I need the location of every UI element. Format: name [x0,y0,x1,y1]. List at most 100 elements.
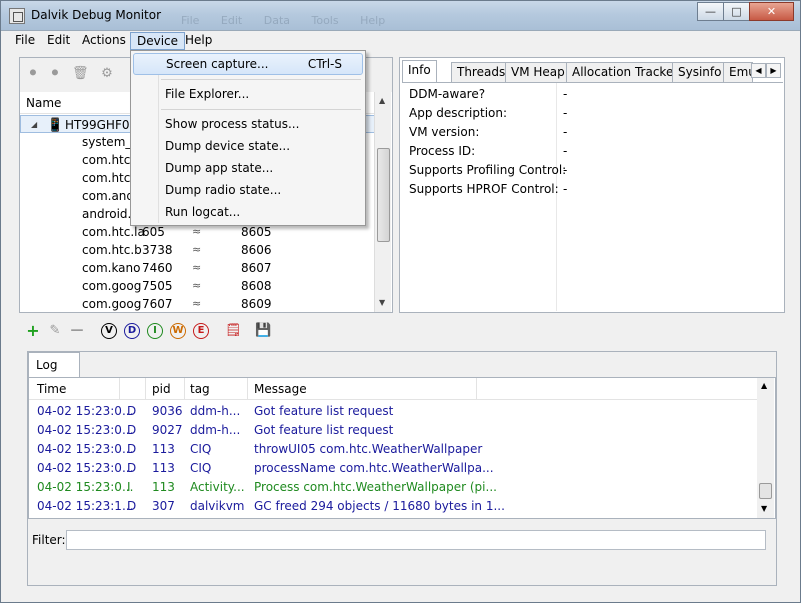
info-value: - [563,182,568,196]
menu-item-dump-device-state[interactable]: Dump device state... [133,135,363,157]
info-tabs: Info Threads VM Heap Allocation Tracker … [402,60,784,83]
log-cell-tag: CIQ [190,442,212,456]
update-threads-icon[interactable]: ⚙ [100,67,114,81]
log-cell-message: Got feature list request [254,423,394,437]
menu-separator [161,109,361,110]
column-separator [145,378,146,400]
log-cell-message: Process com.htc.WeatherWallpaper (pi... [254,480,497,494]
info-value: - [563,106,568,120]
filter-label: Filter: [32,533,66,547]
menu-item-screen-capture[interactable]: Screen capture... CTrl-S [133,53,363,75]
debug-filter-icon[interactable]: D [124,323,140,339]
log-cell-time: 04-02 15:23:0... [37,442,134,456]
save-log-icon[interactable]: 💾 [255,323,271,339]
process-name: com.goog [82,297,142,311]
menu-item-run-logcat[interactable]: Run logcat... [133,201,363,223]
scroll-down-icon[interactable]: ▼ [761,504,767,513]
warn-filter-icon[interactable]: W [170,323,186,339]
title-bar[interactable]: Dalvik Debug Monitor File Edit Data Tool… [1,1,800,31]
tab-emulator[interactable]: Emu [723,62,753,82]
process-row[interactable]: com.goog 7505 ≈ 8608 [20,277,375,295]
log-panel: Log Time pid tag Message 04-02 15:23:0..… [27,351,777,586]
log-row[interactable]: 04-02 15:23:0... D 113 CIQ processName com.h… [29,459,758,478]
app-window: Dalvik Debug Monitor File Edit Data Tool… [0,0,801,603]
tab-vm-heap[interactable]: VM Heap [505,62,571,82]
log-cell-message: processName com.htc.WeatherWallpa... [254,461,494,475]
log-cell-pid: 9036 [152,404,183,418]
tab-allocation-tracker[interactable]: Allocation Tracker [566,62,685,82]
log-cell-level: I [127,480,131,494]
tab-scroll-arrows: ◀ ▶ [751,63,781,78]
tab-log[interactable]: Log [28,352,80,378]
device-menu-dropdown: Screen capture... CTrl-S File Explorer..… [130,50,366,226]
log-row[interactable]: 04-02 15:23:0... D 113 CIQ throwUI05 com.htc… [29,440,758,459]
menu-actions[interactable]: Actions [76,32,132,50]
tree-collapse-icon[interactable]: ◢ [31,116,37,134]
debug-icon[interactable]: ⚫ [26,67,40,81]
ghost-menu-item: Tools [311,14,339,27]
error-filter-icon[interactable]: E [193,323,209,339]
scrollbar-thumb[interactable] [377,148,390,242]
menu-help[interactable]: Help [179,32,218,50]
devices-scrollbar[interactable]: ▲ ▼ [374,92,391,312]
menu-item-dump-radio-state[interactable]: Dump radio state... [133,179,363,201]
debug-status-icon: ≈ [192,243,202,256]
log-cell-pid: 307 [152,499,175,513]
process-port: 8608 [241,279,272,293]
update-heap-icon[interactable]: ⚫ [48,67,62,81]
tab-sysinfo[interactable]: Sysinfo [672,62,728,82]
process-name: com.htc. [82,171,135,185]
menu-item-show-process-status[interactable]: Show process status... [133,113,363,135]
minimize-button[interactable]: — [697,2,724,21]
log-cell-time: 04-02 15:23:1... [37,499,134,513]
log-cell-time: 04-02 15:23:0... [37,480,134,494]
menu-item-file-explorer[interactable]: File Explorer... [133,83,363,105]
scroll-up-icon[interactable]: ▲ [761,381,767,390]
log-row[interactable]: 04-02 15:23:0... D 9027 ddm-h... Got feature… [29,421,758,440]
menu-device[interactable]: Device [130,32,186,50]
menu-file[interactable]: File [9,32,41,50]
process-row[interactable]: com.kano 7460 ≈ 8607 [20,259,375,277]
process-pid: 7460 [142,261,173,275]
scroll-down-icon[interactable]: ▼ [379,298,385,307]
info-filter-icon[interactable]: I [147,323,163,339]
menu-edit[interactable]: Edit [41,32,76,50]
tab-scroll-left-icon[interactable]: ◀ [751,63,766,78]
menu-item-label: Screen capture... [166,57,269,71]
tab-scroll-right-icon[interactable]: ▶ [766,63,781,78]
ghost-menu-item: Edit [220,14,243,27]
add-filter-icon[interactable]: + [25,323,41,339]
verbose-filter-icon[interactable]: V [101,323,117,339]
tab-info[interactable]: Info [402,60,437,83]
info-value: - [563,163,568,177]
process-row[interactable]: com.htc.b 3738 ≈ 8606 [20,241,375,259]
column-pid[interactable]: pid [152,382,171,396]
close-button[interactable]: ✕ [749,2,794,21]
scroll-up-icon[interactable]: ▲ [379,96,385,105]
log-cell-time: 04-02 15:23:0... [37,423,134,437]
debug-status-icon: ≈ [192,261,202,274]
dump-hprof-icon[interactable]: 🗑 [72,67,89,81]
clear-log-icon[interactable]: 🗒 [225,323,242,339]
maximize-button[interactable]: □ [723,2,750,21]
column-message[interactable]: Message [254,382,307,396]
background-window-menu: File Edit Data Tools Help [181,14,403,27]
column-tag[interactable]: tag [190,382,210,396]
log-row[interactable]: 04-02 15:23:0... D 9036 ddm-h... Got feature… [29,402,758,421]
column-separator [247,378,248,400]
remove-filter-icon[interactable]: — [69,323,85,339]
log-row[interactable]: 04-02 15:23:1... D 307 dalvikvm GC freed 294… [29,497,758,516]
tab-threads[interactable]: Threads [451,62,512,82]
log-cell-message: throwUI05 com.htc.WeatherWallpaper [254,442,483,456]
column-separator [119,378,120,400]
edit-filter-icon[interactable]: ✎ [47,323,63,339]
column-time[interactable]: Time [37,382,66,396]
filter-input[interactable] [66,530,766,550]
process-row[interactable]: com.goog 7607 ≈ 8609 [20,295,375,312]
menu-item-dump-app-state[interactable]: Dump app state... [133,157,363,179]
log-row[interactable]: 04-02 15:23:0... I 113 Activity... Process c… [29,478,758,497]
log-scrollbar[interactable]: ▲ ▼ [757,378,774,518]
process-port: 8606 [241,243,272,257]
scrollbar-thumb[interactable] [759,483,772,499]
info-label: Supports HPROF Control: [409,182,559,196]
